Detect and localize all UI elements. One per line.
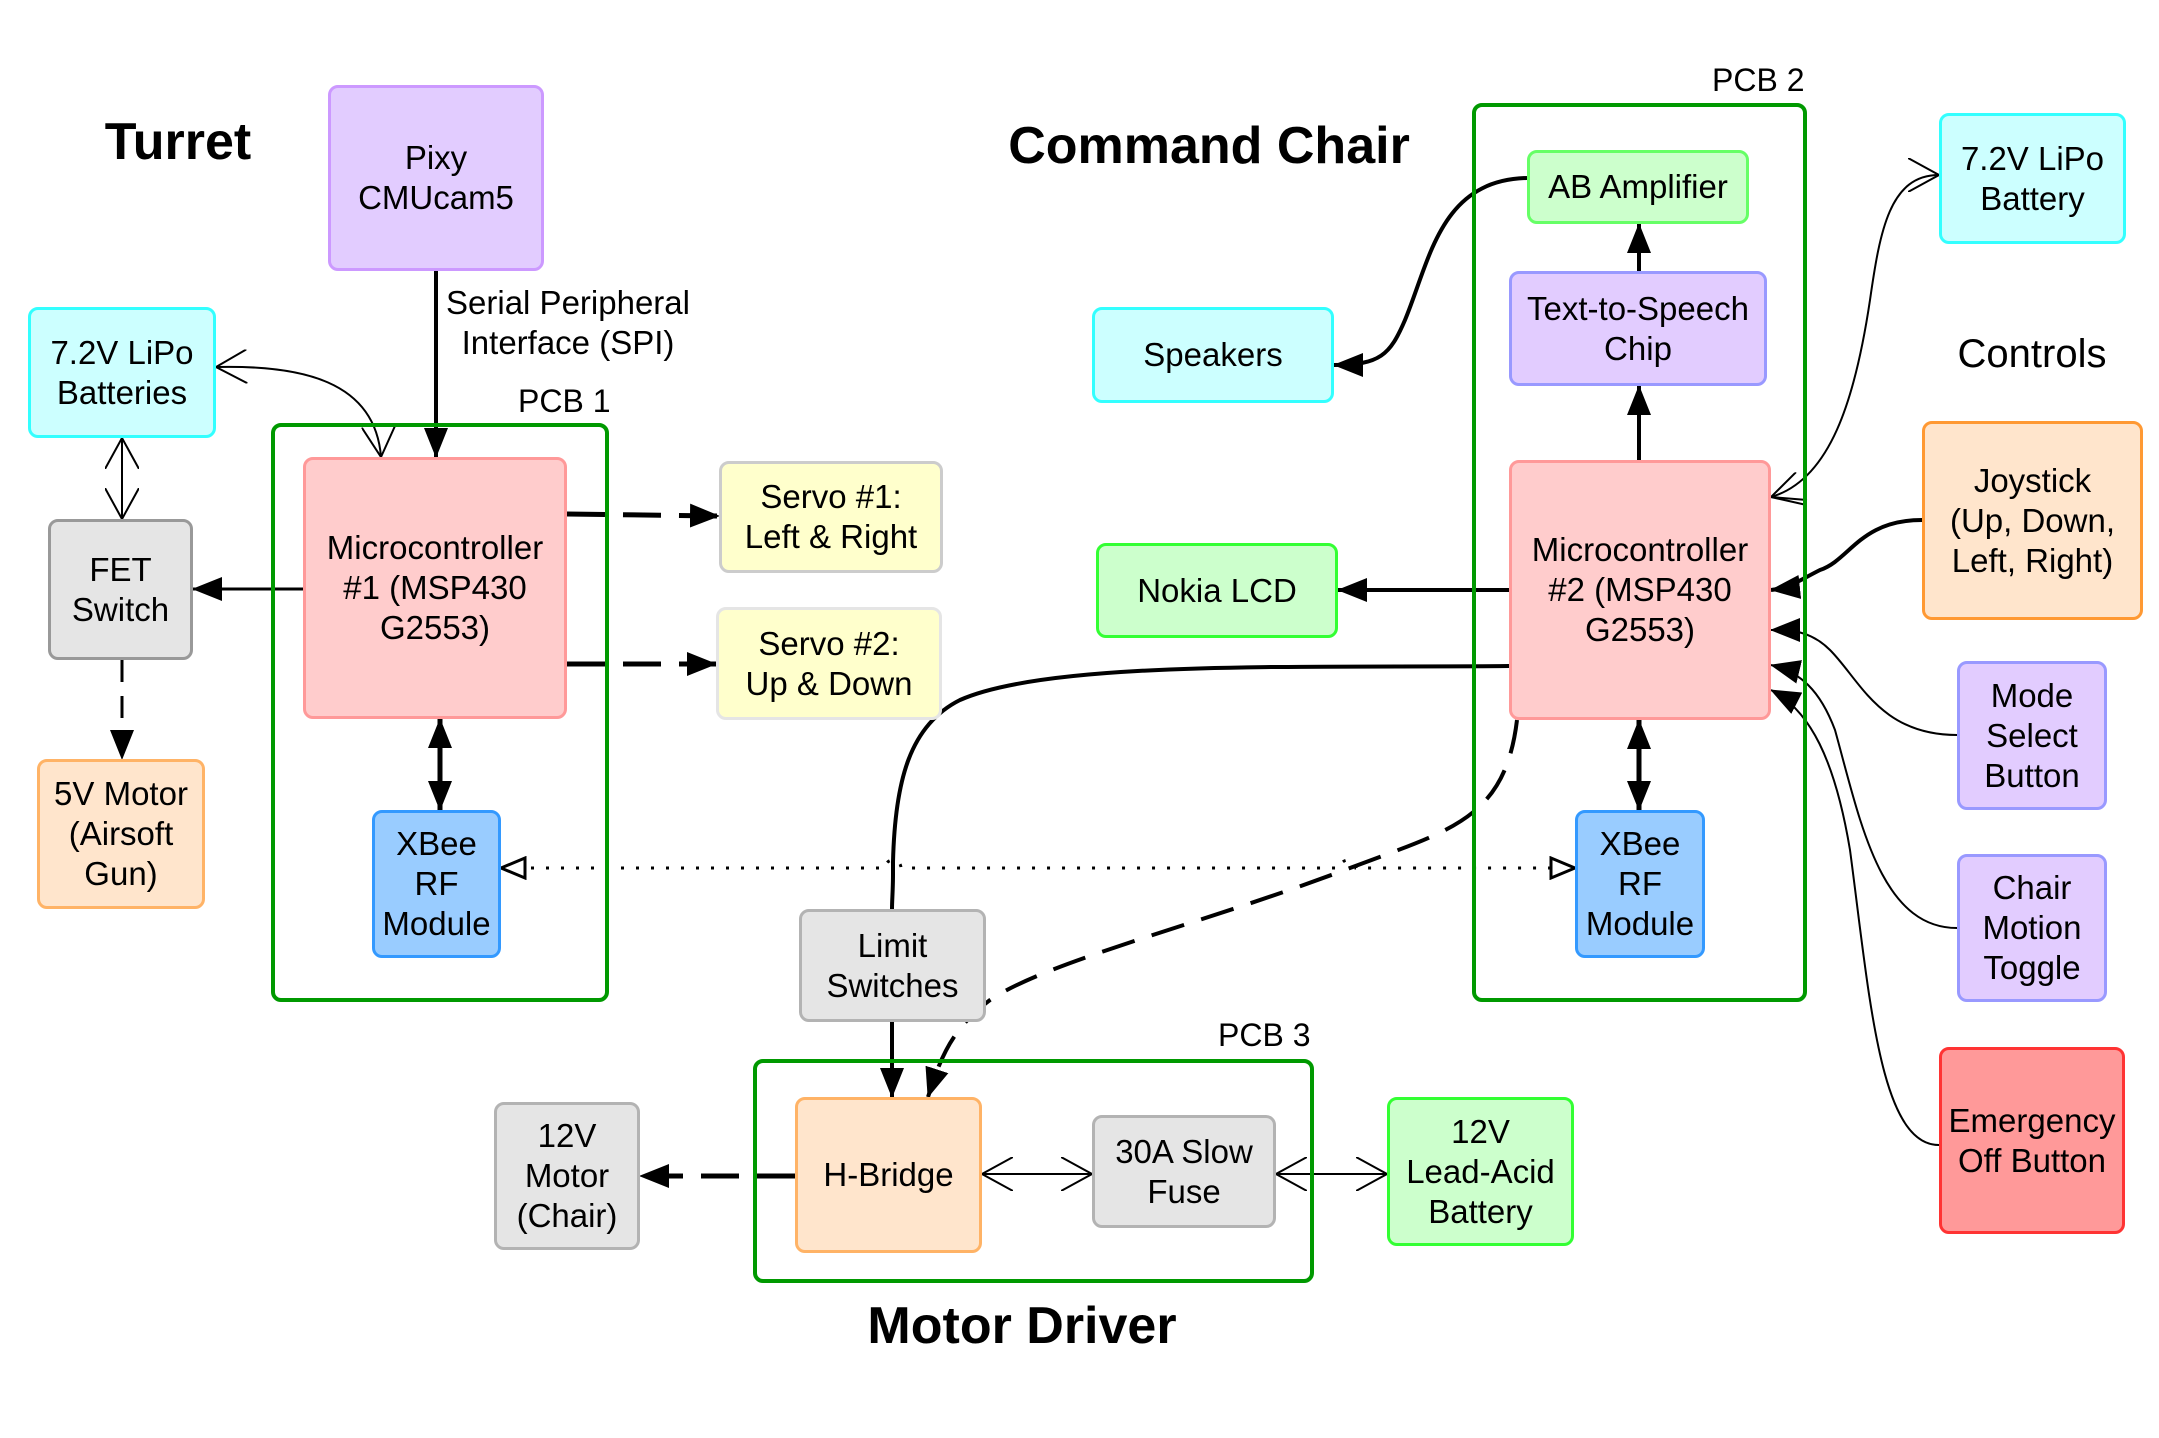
servo-1-block: Servo #1: Left & Right <box>719 461 943 573</box>
mode-select-button-block: Mode Select Button <box>1957 661 2107 810</box>
emergency-off-button-block: Emergency Off Button <box>1939 1047 2125 1234</box>
text-to-speech-block: Text-to-Speech Chip <box>1509 271 1767 386</box>
pcb1-label: PCB 1 <box>518 383 611 419</box>
lead-acid-battery-block: 12V Lead-Acid Battery <box>1387 1097 1574 1246</box>
motor-driver-title: Motor Driver <box>867 1297 1177 1355</box>
pixy-camera-block: Pixy CMUcam5 <box>328 85 544 271</box>
fet-switch-block: FET Switch <box>48 519 193 660</box>
microcontroller-2-block: Microcontroller #2 (MSP430 G2553) <box>1509 460 1771 720</box>
slow-fuse-block: 30A Slow Fuse <box>1092 1115 1276 1228</box>
turret-lipo-batteries-block: 7.2V LiPo Batteries <box>28 307 216 438</box>
pcb2-label: PCB 2 <box>1712 62 1805 98</box>
chair-lipo-battery-block: 7.2V LiPo Battery <box>1939 113 2126 244</box>
limit-switches-block: Limit Switches <box>799 909 986 1022</box>
servo-2-block: Servo #2: Up & Down <box>716 607 942 720</box>
ab-amplifier-block: AB Amplifier <box>1527 150 1749 224</box>
airsoft-motor-block: 5V Motor (Airsoft Gun) <box>37 759 205 909</box>
turret-title: Turret <box>104 113 252 171</box>
joystick-block: Joystick (Up, Down, Left, Right) <box>1922 421 2143 620</box>
pcb3-label: PCB 3 <box>1218 1017 1311 1053</box>
wire-mcu2-to-limit <box>890 664 1510 910</box>
xbee-1-block: XBee RF Module <box>372 810 501 958</box>
xbee-2-block: XBee RF Module <box>1575 810 1705 958</box>
controls-label: Controls <box>1957 332 2107 376</box>
chair-motion-toggle-block: Chair Motion Toggle <box>1957 854 2107 1002</box>
speakers-block: Speakers <box>1092 307 1334 403</box>
h-bridge-block: H-Bridge <box>795 1097 982 1253</box>
microcontroller-1-block: Microcontroller #1 (MSP430 G2553) <box>303 457 567 719</box>
command-chair-title: Command Chair <box>1008 117 1410 175</box>
nokia-lcd-block: Nokia LCD <box>1096 543 1338 638</box>
spi-label: Serial Peripheral Interface (SPI) <box>446 284 690 361</box>
chair-motor-block: 12V Motor (Chair) <box>494 1102 640 1250</box>
wire-xbee-wireless <box>501 860 1575 868</box>
